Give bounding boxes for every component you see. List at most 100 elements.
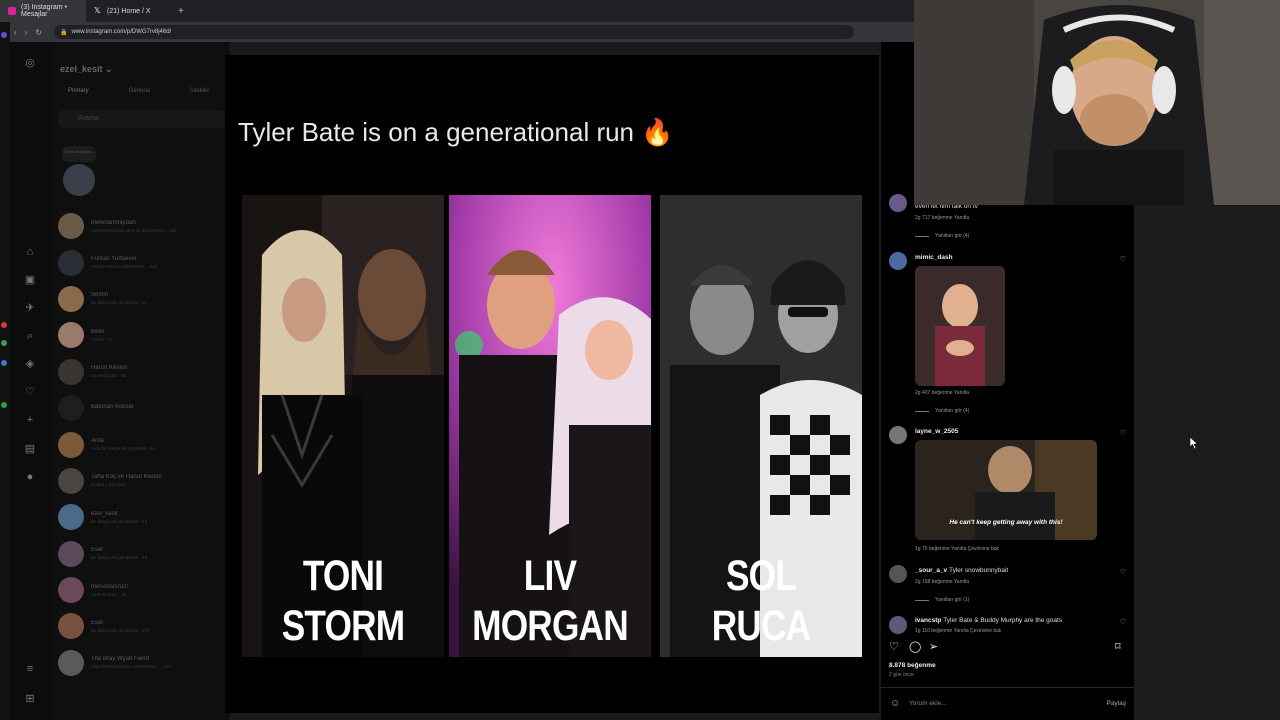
browser-tab-bar: (3) Instagram • Mesajlar 𝕏 (21) Home / X… [0, 0, 914, 22]
webcam-overlay [914, 0, 1280, 205]
list-item[interactable]: Semih Bir dünya eki gönderdin · 3s [58, 281, 228, 317]
address-bar: ‹ › ↻ 🔒 www.instagram.com/p/DWG7rv8j46d/ [0, 22, 914, 42]
dm-username[interactable]: ezel_kesit ⌄ [60, 64, 113, 75]
list-item[interactable]: Furkan Yurtsever Furkan sent an attachmen… [58, 244, 228, 280]
instagram-logo-icon[interactable]: ◎ [23, 56, 37, 70]
tab-primary[interactable]: Primary [68, 88, 89, 94]
comment-meta: 2g 717 beğenme Yanıtla [915, 215, 970, 221]
gif-caption: He can't keep getting away with this! [949, 519, 1063, 526]
app-dot-icon[interactable] [1, 360, 7, 366]
forward-arrow-icon[interactable]: › [25, 28, 28, 37]
tab-general[interactable]: General [129, 88, 150, 94]
conversation-preview: Bir mesaj attı · 5s [91, 373, 127, 379]
url-field[interactable]: 🔒 www.instagram.com/p/DWG7rv8j46d/ [54, 25, 855, 39]
instagram-nav-rail: ◎ ⌂ ▣ ✈ ⌕ ◈ ♡ + ▤ ● ≡ ⊞ [10, 42, 50, 720]
comment-like-heart-icon[interactable]: ♡ [1120, 429, 1126, 437]
share-send-icon[interactable]: ➢ [929, 640, 938, 653]
app-dot-icon[interactable] [1, 402, 7, 408]
fire-emoji-icon: 🔥 [641, 117, 674, 147]
messages-icon[interactable]: ✈ [23, 301, 37, 315]
list-item[interactable]: Batuhan Köksal [58, 390, 228, 426]
reels-icon[interactable]: ▣ [23, 273, 37, 287]
avatar[interactable] [889, 616, 907, 634]
page-background [1134, 205, 1280, 720]
back-arrow-icon[interactable]: ‹ [14, 28, 17, 37]
conversation-name: ezel_kesit [91, 510, 118, 517]
tab-x-home[interactable]: 𝕏 (21) Home / X [86, 0, 172, 22]
dm-search-input[interactable]: Arama [58, 110, 226, 128]
list-item[interactable]: Arda Arda bir dünya eki gönderdi · 6g [58, 426, 228, 462]
avatar[interactable] [889, 194, 907, 212]
create-plus-icon[interactable]: + [23, 413, 37, 427]
also-from-meta-icon[interactable]: ⊞ [23, 692, 37, 706]
avatar [58, 540, 84, 567]
comment-like-heart-icon[interactable]: ♡ [1120, 255, 1126, 263]
app-dot-icon[interactable] [1, 322, 7, 328]
profile-avatar-icon[interactable]: ● [23, 470, 37, 484]
avatar [58, 395, 84, 422]
view-replies-link[interactable]: Yanıtları gör (4) [915, 233, 969, 239]
comment-like-heart-icon[interactable]: ♡ [1120, 618, 1126, 626]
view-replies-link[interactable]: Yanıtları gör (1) [915, 597, 969, 603]
like-heart-icon[interactable]: ♡ [889, 640, 899, 653]
list-item[interactable]: metehanmeydan metehanmeydan sent an attac… [58, 208, 228, 244]
conversation-preview: Cem ne kaza · 2h [91, 591, 127, 597]
post-actions: ♡ ◯ ➢ ⌑ [889, 640, 1127, 654]
tab-label: (3) Instagram • Mesajlar [21, 4, 68, 18]
panel-liv-morgan: LIV MORGAN [449, 195, 651, 657]
dm-note[interactable]: Şöyle dünyaya... [60, 146, 100, 198]
conversation-preview: https://www.youtube.com/shorts/... · 17h [91, 664, 172, 670]
comment-username[interactable]: layne_w_2505 [915, 428, 958, 435]
list-item[interactable]: ezel_kesit Bir dünya eki gönderdin · 1h [58, 499, 228, 535]
comment-input[interactable]: Yorum ekle... [909, 700, 947, 707]
comment-meta: 2g 158 beğenme Yanıtla [915, 579, 970, 585]
list-item[interactable]: Harun Keskin Bir mesaj attı · 5s [58, 354, 228, 390]
avatar [58, 649, 84, 676]
avatar[interactable] [889, 565, 907, 583]
list-item[interactable]: The Bray Wyatt Fiend https://www.youtube.… [58, 645, 228, 681]
avatar [58, 249, 84, 276]
list-item[interactable]: Esel Bir dünya eki gönderdin · 1h [58, 536, 228, 572]
comment-bubble-icon[interactable]: ◯ [909, 640, 921, 653]
app-dot-icon[interactable] [1, 32, 7, 38]
post-comment-button[interactable]: Paylaş [1106, 700, 1126, 707]
avatar [58, 285, 84, 312]
conversation-name: Esel [91, 547, 103, 554]
view-replies-link[interactable]: Yanıtları gör (4) [915, 408, 969, 414]
search-icon[interactable]: ⌕ [23, 329, 37, 343]
emoji-icon[interactable]: ☺ [890, 698, 900, 709]
avatar [58, 577, 84, 604]
conversation-preview: Bir dünya eki gönderdin · 17h [91, 627, 150, 633]
avatar[interactable] [889, 252, 907, 270]
home-icon[interactable]: ⌂ [23, 245, 37, 259]
avatar [58, 613, 84, 640]
instagram-favicon-icon [8, 7, 16, 15]
avatar [58, 431, 84, 458]
new-tab-button[interactable]: + [178, 6, 184, 17]
conversation-name: Arda [91, 438, 104, 445]
list-item[interactable]: Bekir Yorum · 3s [58, 317, 228, 353]
dashboard-icon[interactable]: ▤ [23, 442, 37, 456]
tab-requests[interactable]: İstekler [190, 88, 209, 94]
menu-icon[interactable]: ≡ [23, 662, 37, 676]
comment-username[interactable]: mimic_dash [915, 254, 953, 261]
list-item[interactable]: Taha Koç ve Harun Keskin Dugün 1 kişi akt… [58, 463, 228, 499]
gif-image [915, 266, 1005, 386]
reload-icon[interactable]: ↻ [35, 28, 42, 37]
url-text: www.instagram.com/p/DWG7rv8j46d/ [71, 29, 172, 35]
app-dot-icon[interactable] [1, 340, 7, 346]
list-item[interactable]: Esel Bir dünya eki gönderdin · 17h [58, 608, 228, 644]
x-favicon-icon: 𝕏 [94, 6, 101, 15]
conversation-preview: Dugün 1 kişi aktif [91, 482, 126, 488]
avatar[interactable] [889, 426, 907, 444]
like-count[interactable]: 8.878 beğenme [889, 662, 936, 669]
post-title: Tyler Bate is on a generational run 🔥 [238, 117, 674, 147]
comment-meta: 2g 407 beğenme Yanıtla [915, 390, 970, 396]
save-bookmark-icon[interactable]: ⌑ [1115, 640, 1121, 653]
comment-like-heart-icon[interactable]: ♡ [1120, 568, 1126, 576]
list-item[interactable]: mesvinsion10 Cem ne kaza · 2h [58, 572, 228, 608]
explore-icon[interactable]: ◈ [23, 357, 37, 371]
direct-messages-panel: ezel_kesit ⌄ Primary General İstekler Ar… [50, 42, 230, 720]
tab-instagram[interactable]: (3) Instagram • Mesajlar [0, 0, 86, 22]
notifications-heart-icon[interactable]: ♡ [23, 385, 37, 399]
